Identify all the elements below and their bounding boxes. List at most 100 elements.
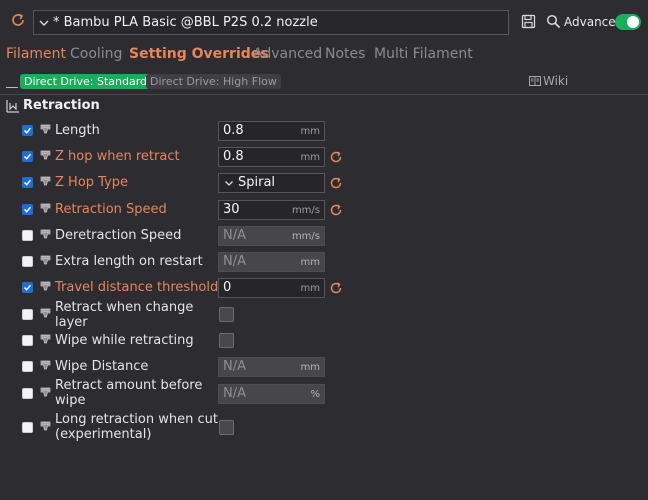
setting-label: Length	[55, 123, 100, 138]
override-checkbox[interactable]	[22, 177, 33, 188]
wiki-label: Wiki	[543, 74, 569, 88]
reset-icon[interactable]	[329, 281, 343, 295]
override-checkbox[interactable]	[22, 256, 33, 267]
retract-before-wipe-input[interactable]: N/A %	[218, 384, 325, 404]
nozzle-icon	[40, 387, 51, 397]
setting-label: Z hop when retract	[55, 149, 180, 164]
setting-row-retract-amount-before-wipe: Retract amount before wipe N/A %	[0, 378, 648, 410]
chevron-down-icon	[39, 20, 49, 26]
field-value: N/A	[223, 359, 246, 374]
tab-multi-filament[interactable]: Multi Filament	[374, 44, 473, 64]
setting-row-retraction-speed: Retraction Speed 30 mm/s	[0, 197, 648, 223]
override-checkbox[interactable]	[22, 422, 33, 433]
tab-setting-overrides[interactable]: Setting Overrides	[129, 44, 269, 64]
extra-length-input[interactable]: N/A mm	[218, 252, 325, 272]
tab-notes[interactable]: Notes	[325, 44, 365, 64]
field-value: N/A	[223, 228, 246, 243]
setting-label-line1: Retract when change	[55, 300, 194, 315]
nozzle-icon	[40, 150, 51, 160]
override-checkbox[interactable]	[22, 335, 33, 346]
override-checkbox[interactable]	[22, 230, 33, 241]
checkmark-icon	[23, 284, 32, 291]
checkmark-icon	[23, 179, 32, 186]
field-unit: %	[310, 389, 320, 400]
deretraction-speed-input[interactable]: N/A mm/s	[218, 226, 325, 246]
reset-icon[interactable]	[329, 203, 343, 217]
setting-label: Extra length on restart	[55, 254, 203, 269]
select-value: Spiral	[238, 175, 276, 190]
retraction-section-header[interactable]: Retraction	[0, 96, 648, 116]
retract-layer-change-checkbox[interactable]	[219, 307, 234, 322]
override-checkbox[interactable]	[22, 361, 33, 372]
wipe-distance-input[interactable]: N/A mm	[218, 357, 325, 377]
field-unit: mm	[300, 257, 320, 268]
preset-name: * Bambu PLA Basic @BBL P2S 0.2 nozzle	[53, 15, 318, 30]
length-input[interactable]: 0.8 mm	[218, 121, 325, 141]
wipe-checkbox[interactable]	[219, 333, 234, 348]
field-unit: mm	[300, 152, 320, 163]
travel-distance-input[interactable]: 0 mm	[218, 278, 325, 298]
setting-label: Z Hop Type	[55, 175, 129, 190]
field-value: 0.8	[223, 123, 244, 138]
long-retraction-checkbox[interactable]	[219, 420, 234, 435]
save-icon[interactable]	[521, 14, 536, 29]
setting-label: Travel distance threshold	[55, 280, 219, 295]
setting-label-line1: Retract amount before	[55, 378, 203, 393]
z-hop-input[interactable]: 0.8 mm	[218, 147, 325, 167]
preset-dropdown[interactable]: * Bambu PLA Basic @BBL P2S 0.2 nozzle	[33, 10, 509, 35]
setting-label: Wipe while retracting	[55, 333, 194, 348]
override-checkbox[interactable]	[22, 204, 33, 215]
nozzle-icon	[40, 176, 51, 186]
variant-tab-standard[interactable]: Direct Drive: Standard	[20, 74, 152, 89]
wiki-icon	[529, 76, 541, 86]
setting-row-wipe-distance: Wipe Distance N/A mm	[0, 354, 648, 380]
setting-row-z-hop-when-retract: Z hop when retract 0.8 mm	[0, 144, 648, 170]
underline-marker	[6, 87, 18, 88]
setting-row-z-hop-type: Z Hop Type Spiral	[0, 170, 648, 196]
nozzle-icon	[40, 421, 51, 431]
field-value: N/A	[223, 254, 246, 269]
variant-tab-high-flow[interactable]: Direct Drive: High Flow	[146, 74, 281, 89]
tab-cooling[interactable]: Cooling	[70, 44, 122, 64]
field-unit: mm	[300, 283, 320, 294]
setting-row-length: Length 0.8 mm	[0, 118, 648, 144]
nozzle-icon	[40, 334, 51, 344]
field-value: 0	[223, 280, 232, 295]
nozzle-icon	[40, 281, 51, 291]
override-checkbox[interactable]	[22, 125, 33, 136]
setting-row-travel-distance-threshold: Travel distance threshold 0 mm	[0, 275, 648, 301]
reset-icon[interactable]	[329, 176, 343, 190]
reset-icon[interactable]	[329, 150, 343, 164]
nozzle-icon	[40, 124, 51, 134]
nozzle-icon	[40, 255, 51, 265]
advanced-toggle[interactable]	[615, 14, 641, 30]
setting-row-extra-length: Extra length on restart N/A mm	[0, 249, 648, 275]
wiki-link[interactable]: Wiki	[529, 72, 568, 90]
setting-row-wipe-while-retracting: Wipe while retracting	[0, 328, 648, 354]
override-checkbox[interactable]	[22, 309, 33, 320]
collapse-icon[interactable]	[6, 99, 20, 113]
section-title: Retraction	[23, 98, 100, 113]
search-icon[interactable]	[546, 14, 561, 29]
nozzle-icon	[40, 229, 51, 239]
retraction-speed-input[interactable]: 30 mm/s	[218, 200, 325, 220]
refresh-icon[interactable]	[10, 12, 26, 28]
setting-row-long-retraction-when-cut: Long retraction when cut (experimental)	[0, 412, 648, 444]
setting-label: Retraction Speed	[55, 202, 167, 217]
checkmark-icon	[23, 127, 32, 134]
tab-advanced[interactable]: Advanced	[253, 44, 322, 64]
setting-label: Wipe Distance	[55, 359, 149, 374]
field-value: 0.8	[223, 149, 244, 164]
setting-label: Deretraction Speed	[55, 228, 182, 243]
nozzle-icon	[40, 360, 51, 370]
override-checkbox[interactable]	[22, 388, 33, 399]
top-bar: * Bambu PLA Basic @BBL P2S 0.2 nozzle Ad…	[0, 0, 648, 44]
field-unit: mm/s	[291, 231, 320, 242]
field-unit: mm	[300, 126, 320, 137]
override-checkbox[interactable]	[22, 151, 33, 162]
field-value: N/A	[223, 386, 246, 401]
z-hop-type-select[interactable]: Spiral	[218, 173, 325, 193]
field-value: 30	[223, 202, 240, 217]
tab-filament[interactable]: Filament	[6, 44, 66, 64]
override-checkbox[interactable]	[22, 282, 33, 293]
